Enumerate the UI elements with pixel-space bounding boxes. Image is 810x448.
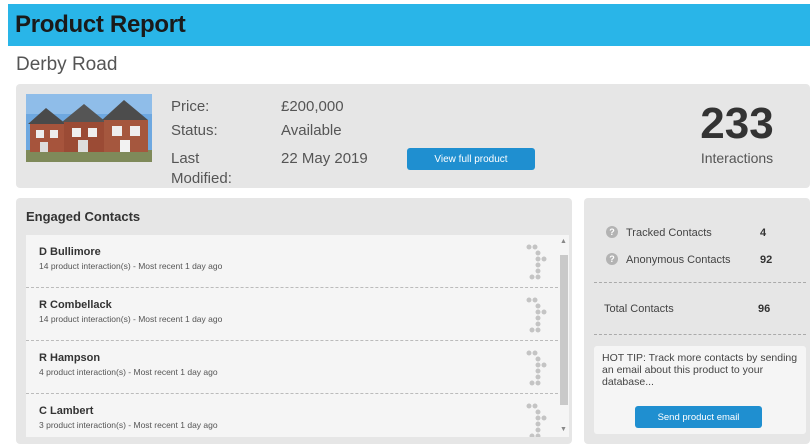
modified-value: 22 May 2019 [281,150,368,167]
product-summary-panel: Price: £200,000 Status: Available Last M… [16,84,810,188]
contact-list-scrollbar[interactable]: ▲ ▼ [558,235,569,437]
anonymous-contacts-label: Anonymous Contacts [626,254,731,266]
list-item[interactable]: R Hampson 4 product interaction(s) - Mos… [26,341,558,394]
list-item[interactable]: D Bullimore 14 product interaction(s) - … [26,235,558,288]
product-name: Derby Road [16,54,118,75]
list-item[interactable]: C Lambert 3 product interaction(s) - Mos… [26,394,558,437]
total-contacts-value: 96 [758,303,771,315]
hot-tip-text: HOT TIP: Track more contacts by sending … [602,352,798,388]
product-report-page: Product Report Derby Road Price: £200,00… [0,0,810,448]
list-item[interactable]: R Combellack 14 product interaction(s) -… [26,288,558,341]
tracked-contacts-label: Tracked Contacts [626,227,712,239]
contact-name[interactable]: R Hampson [39,352,100,364]
scroll-down-icon[interactable]: ▼ [558,426,569,434]
divider [594,334,806,335]
interaction-dots-icon [526,403,547,437]
anonymous-contacts-value: 92 [760,254,773,266]
page-header: Product Report [8,4,810,46]
contact-name[interactable]: C Lambert [39,405,93,417]
status-value: Available [281,122,342,139]
contact-stats-panel: ? Tracked Contacts 4 ? Anonymous Contact… [584,198,810,444]
interaction-dots-icon [526,244,547,280]
interaction-dots-icon [526,350,547,386]
interaction-dots-icon [526,297,547,333]
product-image[interactable] [26,94,152,162]
divider [594,282,806,283]
contact-meta: 14 product interaction(s) - Most recent … [39,261,223,271]
interactions-number: 233 [700,99,774,148]
hot-tip-box: HOT TIP: Track more contacts by sending … [594,346,806,434]
price-value: £200,000 [281,98,344,115]
engaged-contacts-title: Engaged Contacts [26,209,141,224]
contact-name[interactable]: D Bullimore [39,246,101,258]
engaged-contacts-panel: Engaged Contacts D Bullimore 14 product … [16,198,572,444]
price-label: Price: [171,98,210,115]
scrollbar-thumb[interactable] [560,255,568,405]
help-icon[interactable]: ? [606,226,618,238]
send-product-email-button[interactable]: Send product email [635,406,762,428]
scroll-up-icon[interactable]: ▲ [558,238,569,246]
contact-meta: 4 product interaction(s) - Most recent 1… [39,367,218,377]
modified-label: Last Modified: [171,150,232,187]
contact-name[interactable]: R Combellack [39,299,112,311]
total-contacts-label: Total Contacts [604,303,674,315]
page-title: Product Report [15,11,186,38]
interactions-count: 233 Interactions [697,99,777,167]
status-label: Status: [171,122,218,139]
interactions-label: Interactions [700,150,774,166]
contact-list[interactable]: D Bullimore 14 product interaction(s) - … [26,235,558,437]
help-icon[interactable]: ? [606,253,618,265]
contact-meta: 3 product interaction(s) - Most recent 1… [39,420,218,430]
tracked-contacts-value: 4 [760,227,767,239]
contact-meta: 14 product interaction(s) - Most recent … [39,314,223,324]
view-full-product-button[interactable]: View full product [407,148,535,170]
